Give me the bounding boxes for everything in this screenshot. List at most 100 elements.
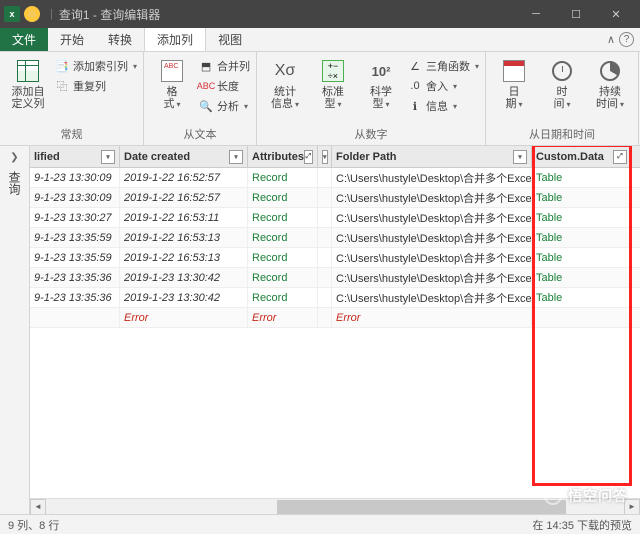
- group-label-number: 从数字: [263, 124, 479, 145]
- table-row[interactable]: 9-1-23 13:30:272019-1-22 16:53:11RecordC…: [30, 208, 640, 228]
- expand-icon[interactable]: ⤢: [613, 150, 627, 164]
- duration-button[interactable]: 持续 时间▾: [588, 55, 632, 111]
- column-header-lified[interactable]: lified▾: [30, 146, 120, 167]
- scientific-icon: 10²: [372, 64, 391, 79]
- calendar-icon: [503, 60, 525, 82]
- chevron-right-icon[interactable]: ❯: [10, 152, 18, 163]
- cell-custom-data[interactable]: Table: [532, 228, 632, 247]
- collapse-ribbon-icon[interactable]: ∧: [607, 33, 615, 46]
- cell-custom-data[interactable]: Table: [532, 248, 632, 267]
- standard-button[interactable]: +−÷× 标准 型▾: [311, 55, 355, 111]
- sidebar-queries-label: 查询: [6, 171, 23, 195]
- window-title: 查询1 - 查询编辑器: [59, 6, 160, 23]
- cell-lified: 9-1-23 13:35:59: [30, 248, 120, 267]
- duplicate-column-button[interactable]: ⿻ 重复列: [54, 77, 137, 95]
- column-header-custom-data[interactable]: Custom.Data⤢: [532, 146, 632, 167]
- tab-file[interactable]: 文件: [0, 28, 48, 51]
- cell-attributes[interactable]: Record: [248, 268, 318, 287]
- group-label-datetime: 从日期和时间: [492, 124, 632, 145]
- time-button[interactable]: 时 间▾: [540, 55, 584, 111]
- title-bar: x ☺ | 查询1 - 查询编辑器 ─ ☐ ✕: [0, 0, 640, 28]
- cell-spacer: [318, 308, 332, 327]
- analyze-button[interactable]: 🔍 分析▾: [198, 97, 250, 115]
- info-button[interactable]: ℹ 信息▾: [407, 97, 479, 115]
- tab-convert[interactable]: 转换: [96, 28, 144, 51]
- info-icon: ℹ: [407, 98, 423, 114]
- maximize-button[interactable]: ☐: [556, 0, 596, 28]
- rounding-icon: .0: [407, 78, 423, 94]
- scroll-thumb[interactable]: [277, 500, 566, 514]
- group-label-text: 从文本: [150, 124, 250, 145]
- ribbon-group-number: Xσ 统计 信息▾ +−÷× 标准 型▾ 10² 科学 型▾ ∠ 三角函数▾ .…: [257, 52, 486, 145]
- scientific-button[interactable]: 10² 科学 型▾: [359, 55, 403, 111]
- column-header-spacer[interactable]: ▾: [318, 146, 332, 167]
- expand-icon[interactable]: ⤢: [304, 150, 313, 164]
- table-row[interactable]: 9-1-23 13:35:362019-1-23 13:30:42RecordC…: [30, 288, 640, 308]
- column-header-folder-path[interactable]: Folder Path▾: [332, 146, 532, 167]
- excel-icon: x: [4, 6, 20, 22]
- add-index-column-button[interactable]: 📑 添加索引列▾: [54, 57, 137, 75]
- tab-add-column[interactable]: 添加列: [144, 28, 206, 51]
- clock-icon: [552, 61, 572, 81]
- filter-icon[interactable]: ▾: [101, 150, 115, 164]
- column-header-date-created[interactable]: Date created▾: [120, 146, 248, 167]
- format-button[interactable]: 格 式▾: [150, 55, 194, 111]
- cell-custom-data[interactable]: Table: [532, 208, 632, 227]
- cell-date-created: 2019-1-23 13:30:42: [120, 268, 248, 287]
- filter-icon[interactable]: ▾: [513, 150, 527, 164]
- table-row[interactable]: 9-1-23 13:35:362019-1-23 13:30:42RecordC…: [30, 268, 640, 288]
- table-row[interactable]: 9-1-23 13:35:592019-1-22 16:53:13RecordC…: [30, 248, 640, 268]
- length-button[interactable]: ABC 长度: [198, 77, 250, 95]
- status-bar: 9 列、8 行 在 14:35 下载的预览: [0, 514, 640, 534]
- merge-columns-button[interactable]: ⬒ 合并列: [198, 57, 250, 75]
- smiley-icon: ☺: [24, 6, 40, 22]
- cell-attributes[interactable]: Record: [248, 288, 318, 307]
- cell-custom-data[interactable]: Table: [532, 268, 632, 287]
- table-row[interactable]: ErrorErrorError: [30, 308, 640, 328]
- analyze-icon: 🔍: [198, 98, 214, 114]
- watermark-text: 悟空问答: [568, 486, 628, 506]
- cell-folder-path: C:\Users\hustyle\Desktop\合并多个Excel文: [332, 228, 532, 247]
- cell-lified: 9-1-23 13:30:09: [30, 188, 120, 207]
- column-header-attributes[interactable]: Attributes⤢: [248, 146, 318, 167]
- help-icon[interactable]: ?: [619, 32, 634, 47]
- cell-attributes[interactable]: Record: [248, 228, 318, 247]
- scroll-left-button[interactable]: ◄: [30, 499, 46, 515]
- cell-custom-data[interactable]: Table: [532, 168, 632, 187]
- add-custom-column-button[interactable]: 添加自 定义列: [6, 55, 50, 110]
- tab-view[interactable]: 视图: [206, 28, 254, 51]
- cell-custom-data[interactable]: [532, 308, 632, 327]
- cell-folder-path: C:\Users\hustyle\Desktop\合并多个Excel文: [332, 248, 532, 267]
- cell-custom-data[interactable]: Table: [532, 288, 632, 307]
- tab-start[interactable]: 开始: [48, 28, 96, 51]
- status-preview-time: 在 14:35 下载的预览: [532, 517, 632, 533]
- rounding-button[interactable]: .0 舍入▾: [407, 77, 479, 95]
- close-button[interactable]: ✕: [596, 0, 636, 28]
- cell-attributes[interactable]: Record: [248, 208, 318, 227]
- cell-date-created: Error: [120, 308, 248, 327]
- date-button[interactable]: 日 期▾: [492, 55, 536, 111]
- table-row[interactable]: 9-1-23 13:35:592019-1-22 16:53:13RecordC…: [30, 228, 640, 248]
- cell-lified: 9-1-23 13:30:27: [30, 208, 120, 227]
- cell-lified: 9-1-23 13:30:09: [30, 168, 120, 187]
- table-row[interactable]: 9-1-23 13:30:092019-1-22 16:52:57RecordC…: [30, 188, 640, 208]
- cell-attributes[interactable]: Error: [248, 308, 318, 327]
- cell-attributes[interactable]: Record: [248, 248, 318, 267]
- cell-date-created: 2019-1-22 16:52:57: [120, 188, 248, 207]
- cell-attributes[interactable]: Record: [248, 168, 318, 187]
- standard-icon: +−÷×: [322, 60, 344, 82]
- watermark: 悟空问答: [544, 486, 628, 506]
- queries-sidebar[interactable]: ❯ 查询: [0, 146, 30, 514]
- minimize-button[interactable]: ─: [516, 0, 556, 28]
- cell-attributes[interactable]: Record: [248, 188, 318, 207]
- filter-icon[interactable]: ▾: [229, 150, 243, 164]
- cell-folder-path: C:\Users\hustyle\Desktop\合并多个Excel文: [332, 268, 532, 287]
- cell-folder-path: C:\Users\hustyle\Desktop\合并多个Excel文: [332, 168, 532, 187]
- trig-button[interactable]: ∠ 三角函数▾: [407, 57, 479, 75]
- cell-spacer: [318, 288, 332, 307]
- cell-custom-data[interactable]: Table: [532, 188, 632, 207]
- statistics-button[interactable]: Xσ 统计 信息▾: [263, 55, 307, 111]
- cell-spacer: [318, 208, 332, 227]
- filter-icon[interactable]: ▾: [322, 150, 328, 164]
- table-row[interactable]: 9-1-23 13:30:092019-1-22 16:52:57RecordC…: [30, 168, 640, 188]
